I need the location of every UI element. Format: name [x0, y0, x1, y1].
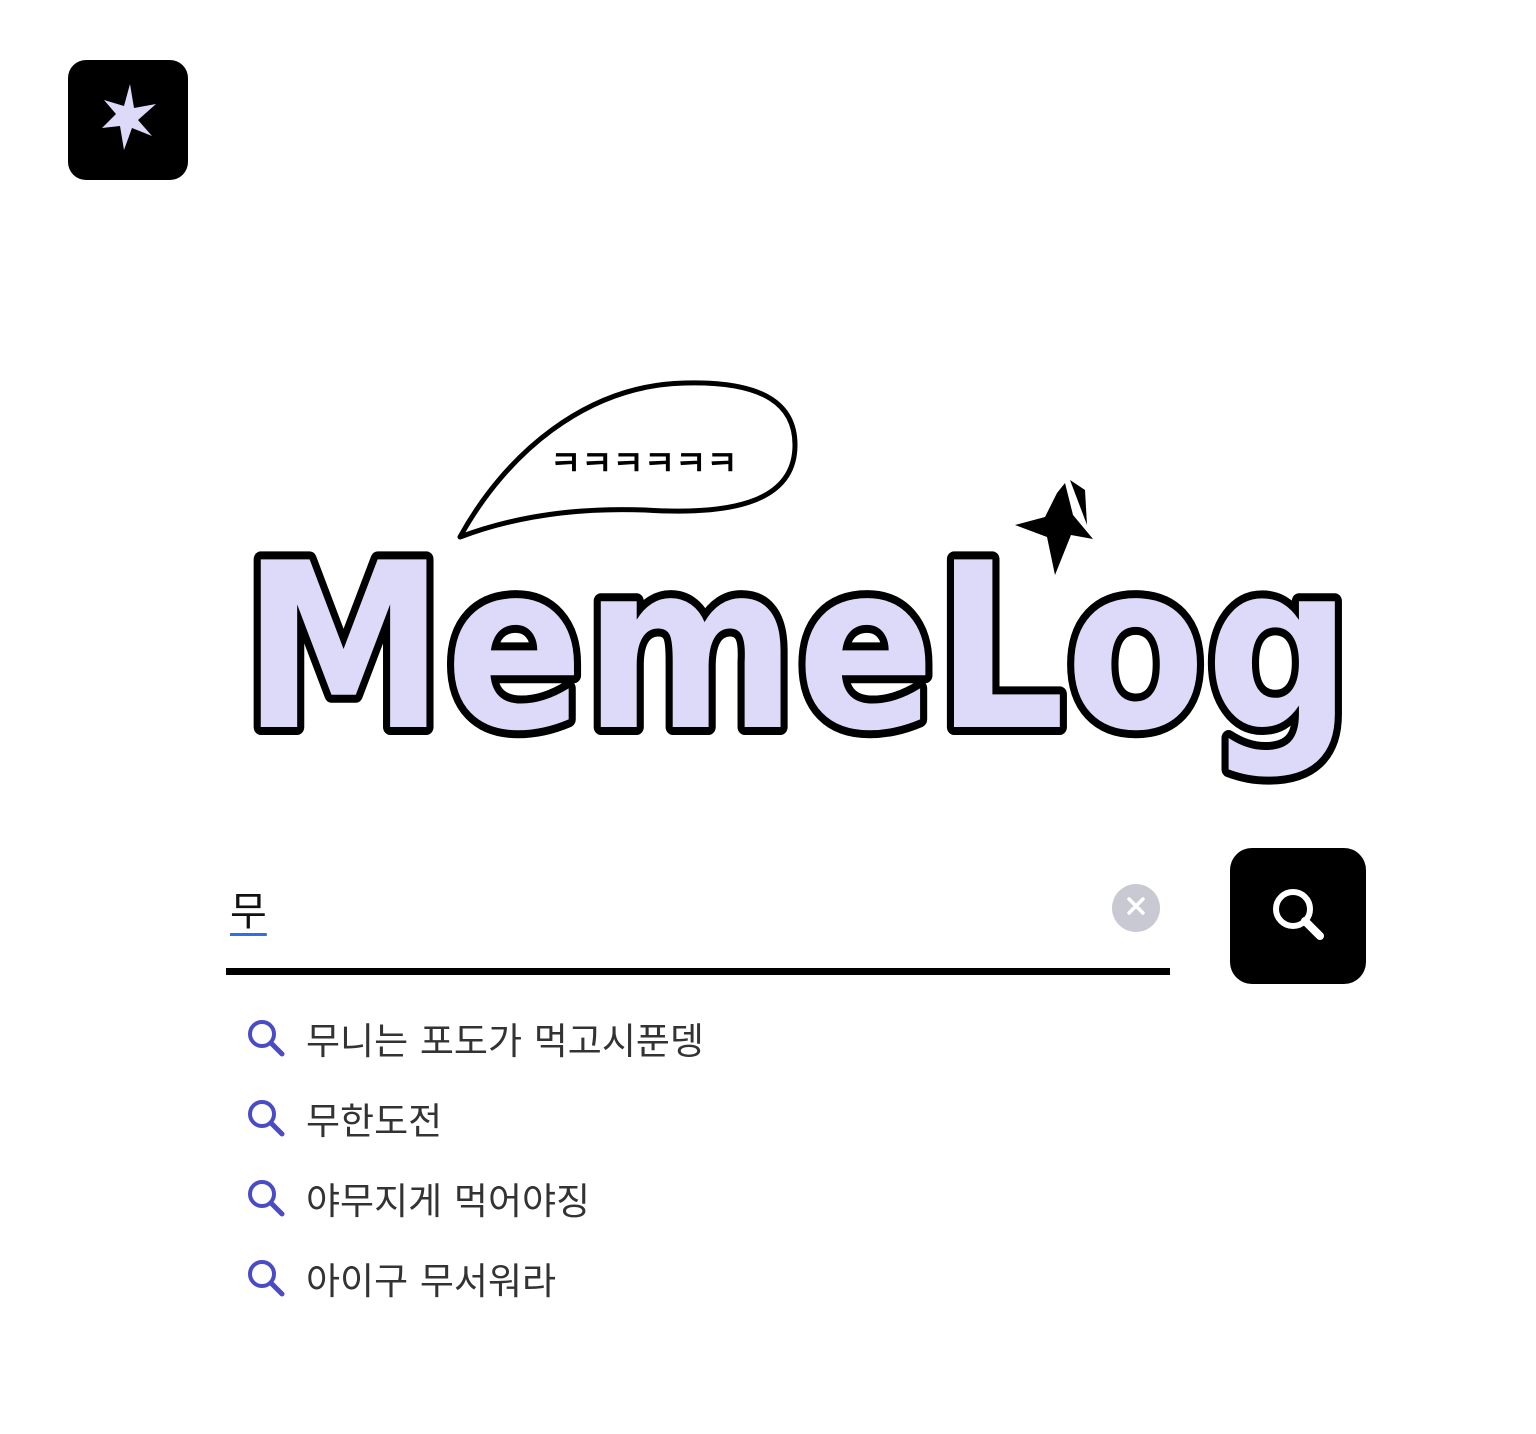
app-icon-button[interactable] [68, 60, 188, 180]
close-icon [1125, 895, 1147, 921]
suggestion-list: 무니는 포도가 먹고시푼뎅 무한도전 야무지게 먹어야징 아이구 무서워라 [244, 998, 1144, 1318]
search-icon [244, 1096, 288, 1140]
search-icon [1268, 884, 1328, 948]
search-icon [244, 1176, 288, 1220]
bubble-text: ㅋㅋㅋㅋㅋㅋ [550, 444, 738, 484]
search-underline [226, 968, 1170, 975]
memelog-logo: ㅋㅋㅋㅋㅋㅋ MemeLog [225, 375, 1370, 795]
search-icon [244, 1256, 288, 1300]
suggestion-item[interactable]: 야무지게 먹어야징 [244, 1158, 1144, 1238]
suggestion-label: 무한도전 [306, 1100, 443, 1143]
logo-wordmark: MemeLog [242, 515, 1352, 782]
suggestion-label: 무니는 포도가 먹고시푼뎅 [306, 1020, 704, 1063]
search-field [226, 862, 1170, 975]
search-input[interactable] [230, 876, 1090, 940]
suggestion-item[interactable]: 아이구 무서워라 [244, 1238, 1144, 1318]
suggestion-item[interactable]: 무니는 포도가 먹고시푼뎅 [244, 998, 1144, 1078]
speech-bubble-icon: ㅋㅋㅋㅋㅋㅋ [457, 380, 798, 540]
suggestion-label: 야무지게 먹어야징 [306, 1180, 591, 1223]
sparkle-icon [96, 78, 160, 162]
suggestion-item[interactable]: 무한도전 [244, 1078, 1144, 1158]
search-button[interactable] [1230, 848, 1366, 984]
clear-search-button[interactable] [1112, 884, 1160, 932]
search-icon [244, 1016, 288, 1060]
suggestion-label: 아이구 무서워라 [306, 1260, 557, 1303]
